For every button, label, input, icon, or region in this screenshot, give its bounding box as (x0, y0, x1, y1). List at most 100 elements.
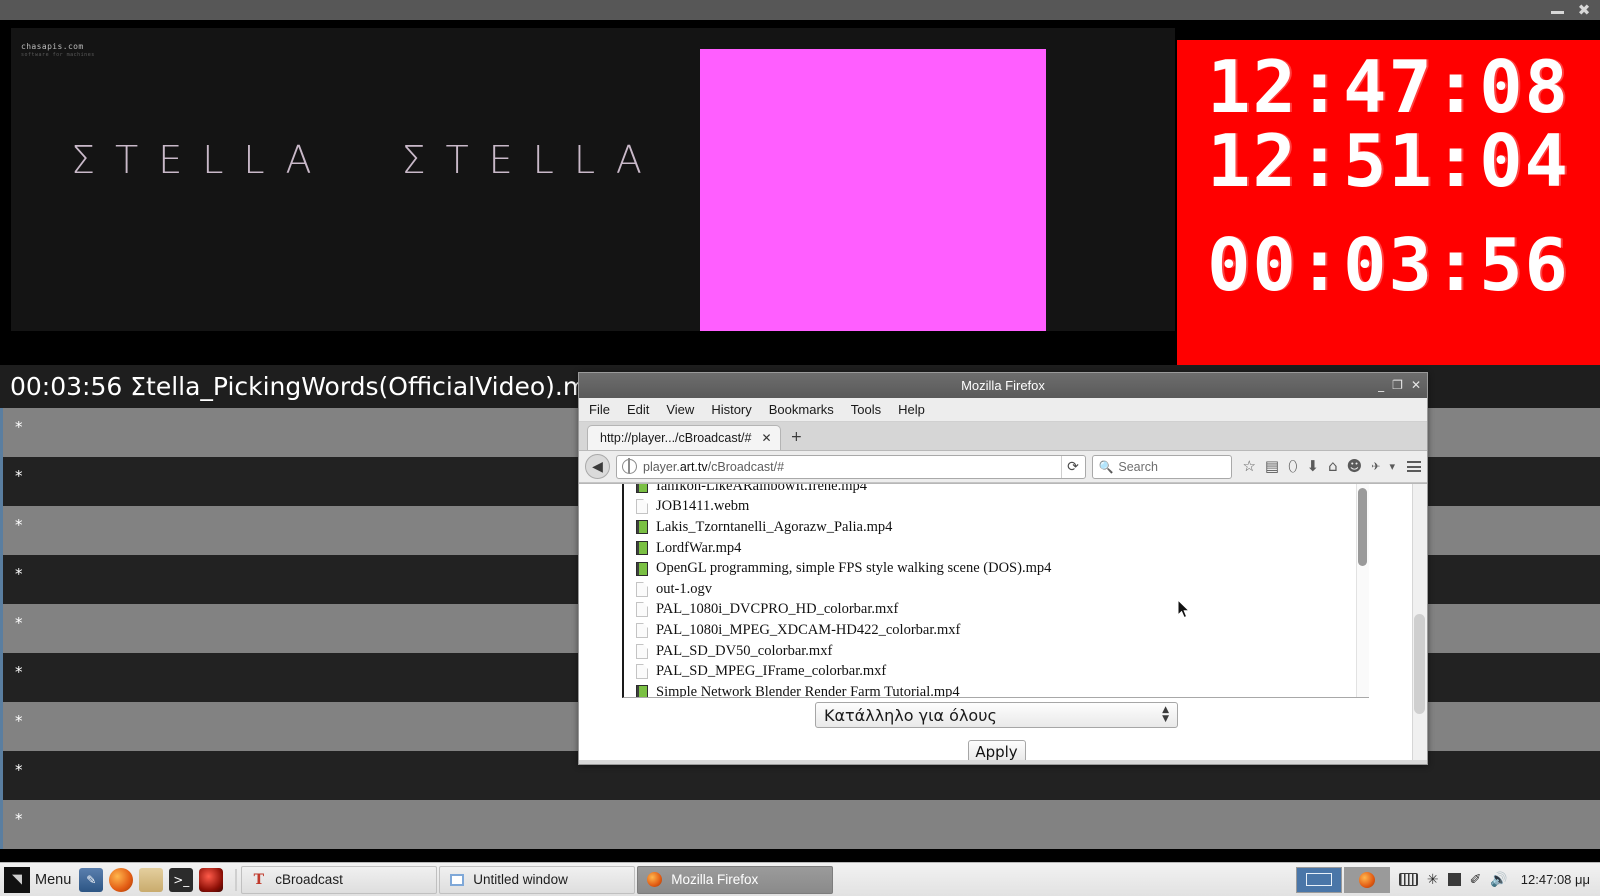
tab-label: http://player.../cBroadcast/# (600, 431, 752, 445)
playlist-row-marker: * (15, 565, 23, 583)
player-preview-area: chasapis.com software for machines ΣTELL… (0, 20, 1600, 385)
firefox-close-icon[interactable]: ✕ (1411, 373, 1421, 398)
film-icon (636, 561, 648, 576)
pocket-icon[interactable]: ⬯ (1288, 459, 1297, 474)
url-bar[interactable]: player.art.tv/cBroadcast/# ⟳ (616, 454, 1087, 479)
library-icon[interactable]: ▤ (1265, 459, 1279, 474)
list-item[interactable]: PAL_SD_DV50_colorbar.mxf (624, 641, 1369, 662)
rating-select-value: Κατάλληλο για όλους (824, 705, 997, 725)
list-item[interactable]: JOB1411.webm (624, 497, 1369, 518)
taskbar-window-untitled[interactable]: Untitled window (439, 865, 636, 894)
tray-clock[interactable]: 12:47:08 μμ (1517, 872, 1590, 887)
volume-icon[interactable]: 🔊 (1490, 873, 1507, 887)
search-icon: 🔍 (1098, 459, 1114, 474)
playlist-row-marker: * (15, 712, 23, 730)
reload-icon[interactable]: ⟳ (1061, 455, 1083, 478)
menu-edit[interactable]: Edit (627, 402, 649, 417)
list-item[interactable]: out-1.ogv (624, 579, 1369, 600)
list-item[interactable]: Lakis_Tzorntanelli_Agorazw_Palia.mp4 (624, 517, 1369, 538)
chevron-down-icon[interactable]: ▾ (1389, 461, 1395, 472)
firefox-window-controls: _ ❐ ✕ (1378, 373, 1421, 398)
keyboard-icon[interactable] (1398, 873, 1418, 886)
text-editor-icon[interactable]: ✎ (79, 867, 104, 892)
menu-icon: ◥ (4, 866, 30, 893)
firefox-tabstrip: http://player.../cBroadcast/# ✕ + (579, 422, 1427, 451)
workspace-pager[interactable] (1295, 866, 1390, 893)
page-scrollbar[interactable] (1412, 484, 1427, 760)
url-text: player.art.tv/cBroadcast/# (643, 460, 1061, 474)
file-manager-icon[interactable] (139, 867, 164, 892)
desktop-top-strip: ✖ (0, 0, 1600, 20)
menu-bookmarks[interactable]: Bookmarks (769, 402, 834, 417)
close-icon[interactable]: ✖ (1576, 2, 1592, 18)
listbox-scrollbar[interactable] (1356, 484, 1369, 697)
menu-help[interactable]: Help (898, 402, 925, 417)
workspace-2[interactable] (1343, 866, 1390, 893)
playlist-row-marker: * (15, 418, 23, 436)
apply-button[interactable]: Apply (967, 740, 1026, 760)
new-tab-icon[interactable]: + (791, 429, 803, 445)
tab-close-icon[interactable]: ✕ (761, 431, 771, 445)
menu-view[interactable]: View (666, 402, 694, 417)
square-icon[interactable] (1447, 873, 1461, 886)
listbox-scrollbar-thumb[interactable] (1358, 488, 1367, 566)
chat-icon[interactable]: ☻ (1347, 459, 1363, 474)
search-placeholder: Search (1118, 459, 1158, 474)
home-icon[interactable]: ⌂ (1328, 459, 1338, 474)
list-item[interactable]: PAL_1080i_MPEG_XDCAM-HD422_colorbar.mxf (624, 620, 1369, 641)
menu-file[interactable]: File (589, 402, 610, 417)
terminal-icon[interactable]: >_ (169, 867, 194, 892)
taskbar-window-firefox[interactable]: Mozilla Firefox (637, 865, 834, 894)
rating-select[interactable]: Κατάλληλο για όλους ▲ ▼ (815, 702, 1178, 728)
playlist-row[interactable]: * (0, 800, 1600, 849)
list-item[interactable]: OpenGL programming, simple FPS style wal… (624, 558, 1369, 579)
list-item[interactable]: PAL_SD_MPEG_IFrame_colorbar.mxf (624, 661, 1369, 682)
download-icon[interactable]: ⬇ (1307, 459, 1320, 474)
tab-cbroadcast[interactable]: http://player.../cBroadcast/# ✕ (587, 425, 781, 450)
workspace-1[interactable] (1295, 866, 1342, 893)
brand-logo: chasapis.com software for machines (21, 42, 95, 60)
page-controls: Κατάλληλο για όλους ▲ ▼ Apply (579, 702, 1414, 760)
document-icon (636, 581, 648, 597)
file-listbox[interactable]: IanIkon-LikeARainbowIt.Irene.mp4 JOB1411… (622, 484, 1369, 698)
bluetooth-icon[interactable]: ✳ (1427, 873, 1439, 887)
pen-icon[interactable]: ✐ (1470, 873, 1482, 887)
menu-history[interactable]: History (711, 402, 751, 417)
search-input[interactable]: 🔍 Search (1092, 454, 1233, 479)
root-window-controls: ✖ (1550, 2, 1592, 18)
star-icon[interactable]: ☆ (1242, 459, 1255, 474)
list-item[interactable]: LordfWar.mp4 (624, 538, 1369, 559)
firefox-icon (646, 871, 663, 888)
film-icon (636, 484, 648, 494)
list-item[interactable]: IanIkon-LikeARainbowIt.Irene.mp4 (624, 484, 1369, 497)
playlist-row-marker: * (15, 467, 23, 485)
desktop-root: ✖ chasapis.com software for machines ΣTE… (0, 0, 1600, 896)
firefox-icon[interactable] (109, 867, 134, 892)
system-tray: ✳ ✐ 🔊 12:47:08 μμ (1295, 866, 1600, 893)
firefox-restore-icon[interactable]: ❐ (1392, 373, 1403, 398)
page-scrollbar-thumb[interactable] (1414, 614, 1425, 714)
list-item-label: PAL_SD_MPEG_IFrame_colorbar.mxf (656, 663, 887, 680)
hamburger-menu-icon[interactable] (1407, 461, 1421, 472)
back-button[interactable]: ◀ (585, 454, 610, 479)
magenta-overlay-card (700, 49, 1046, 331)
list-item[interactable]: Simple Network Blender Render Farm Tutor… (624, 682, 1369, 697)
media-app-icon[interactable] (199, 867, 224, 892)
menu-tools[interactable]: Tools (851, 402, 881, 417)
video-title-1: ΣTELLA (71, 138, 332, 182)
list-item-label: PAL_1080i_MPEG_XDCAM-HD422_colorbar.mxf (656, 621, 961, 638)
playlist-row-marker: * (15, 614, 23, 632)
film-icon (636, 541, 648, 556)
minimize-icon[interactable] (1550, 2, 1566, 18)
firefox-minimize-icon[interactable]: _ (1378, 373, 1384, 398)
select-arrows-icon[interactable]: ▲ ▼ (1162, 706, 1169, 724)
start-menu-button[interactable]: ◥ Menu (0, 865, 79, 895)
taskbar-window-cbroadcast[interactable]: T cBroadcast (241, 865, 438, 894)
list-item[interactable]: PAL_1080i_DVCPRO_HD_colorbar.mxf (624, 600, 1369, 621)
firefox-titlebar[interactable]: Mozilla Firefox _ ❐ ✕ (579, 373, 1427, 398)
firefox-window[interactable]: Mozilla Firefox _ ❐ ✕ File Edit View His… (578, 372, 1428, 765)
sync-icon[interactable]: ✈ (1371, 461, 1380, 472)
firefox-title-text: Mozilla Firefox (961, 378, 1045, 393)
globe-icon (622, 458, 637, 474)
document-icon (636, 499, 648, 515)
